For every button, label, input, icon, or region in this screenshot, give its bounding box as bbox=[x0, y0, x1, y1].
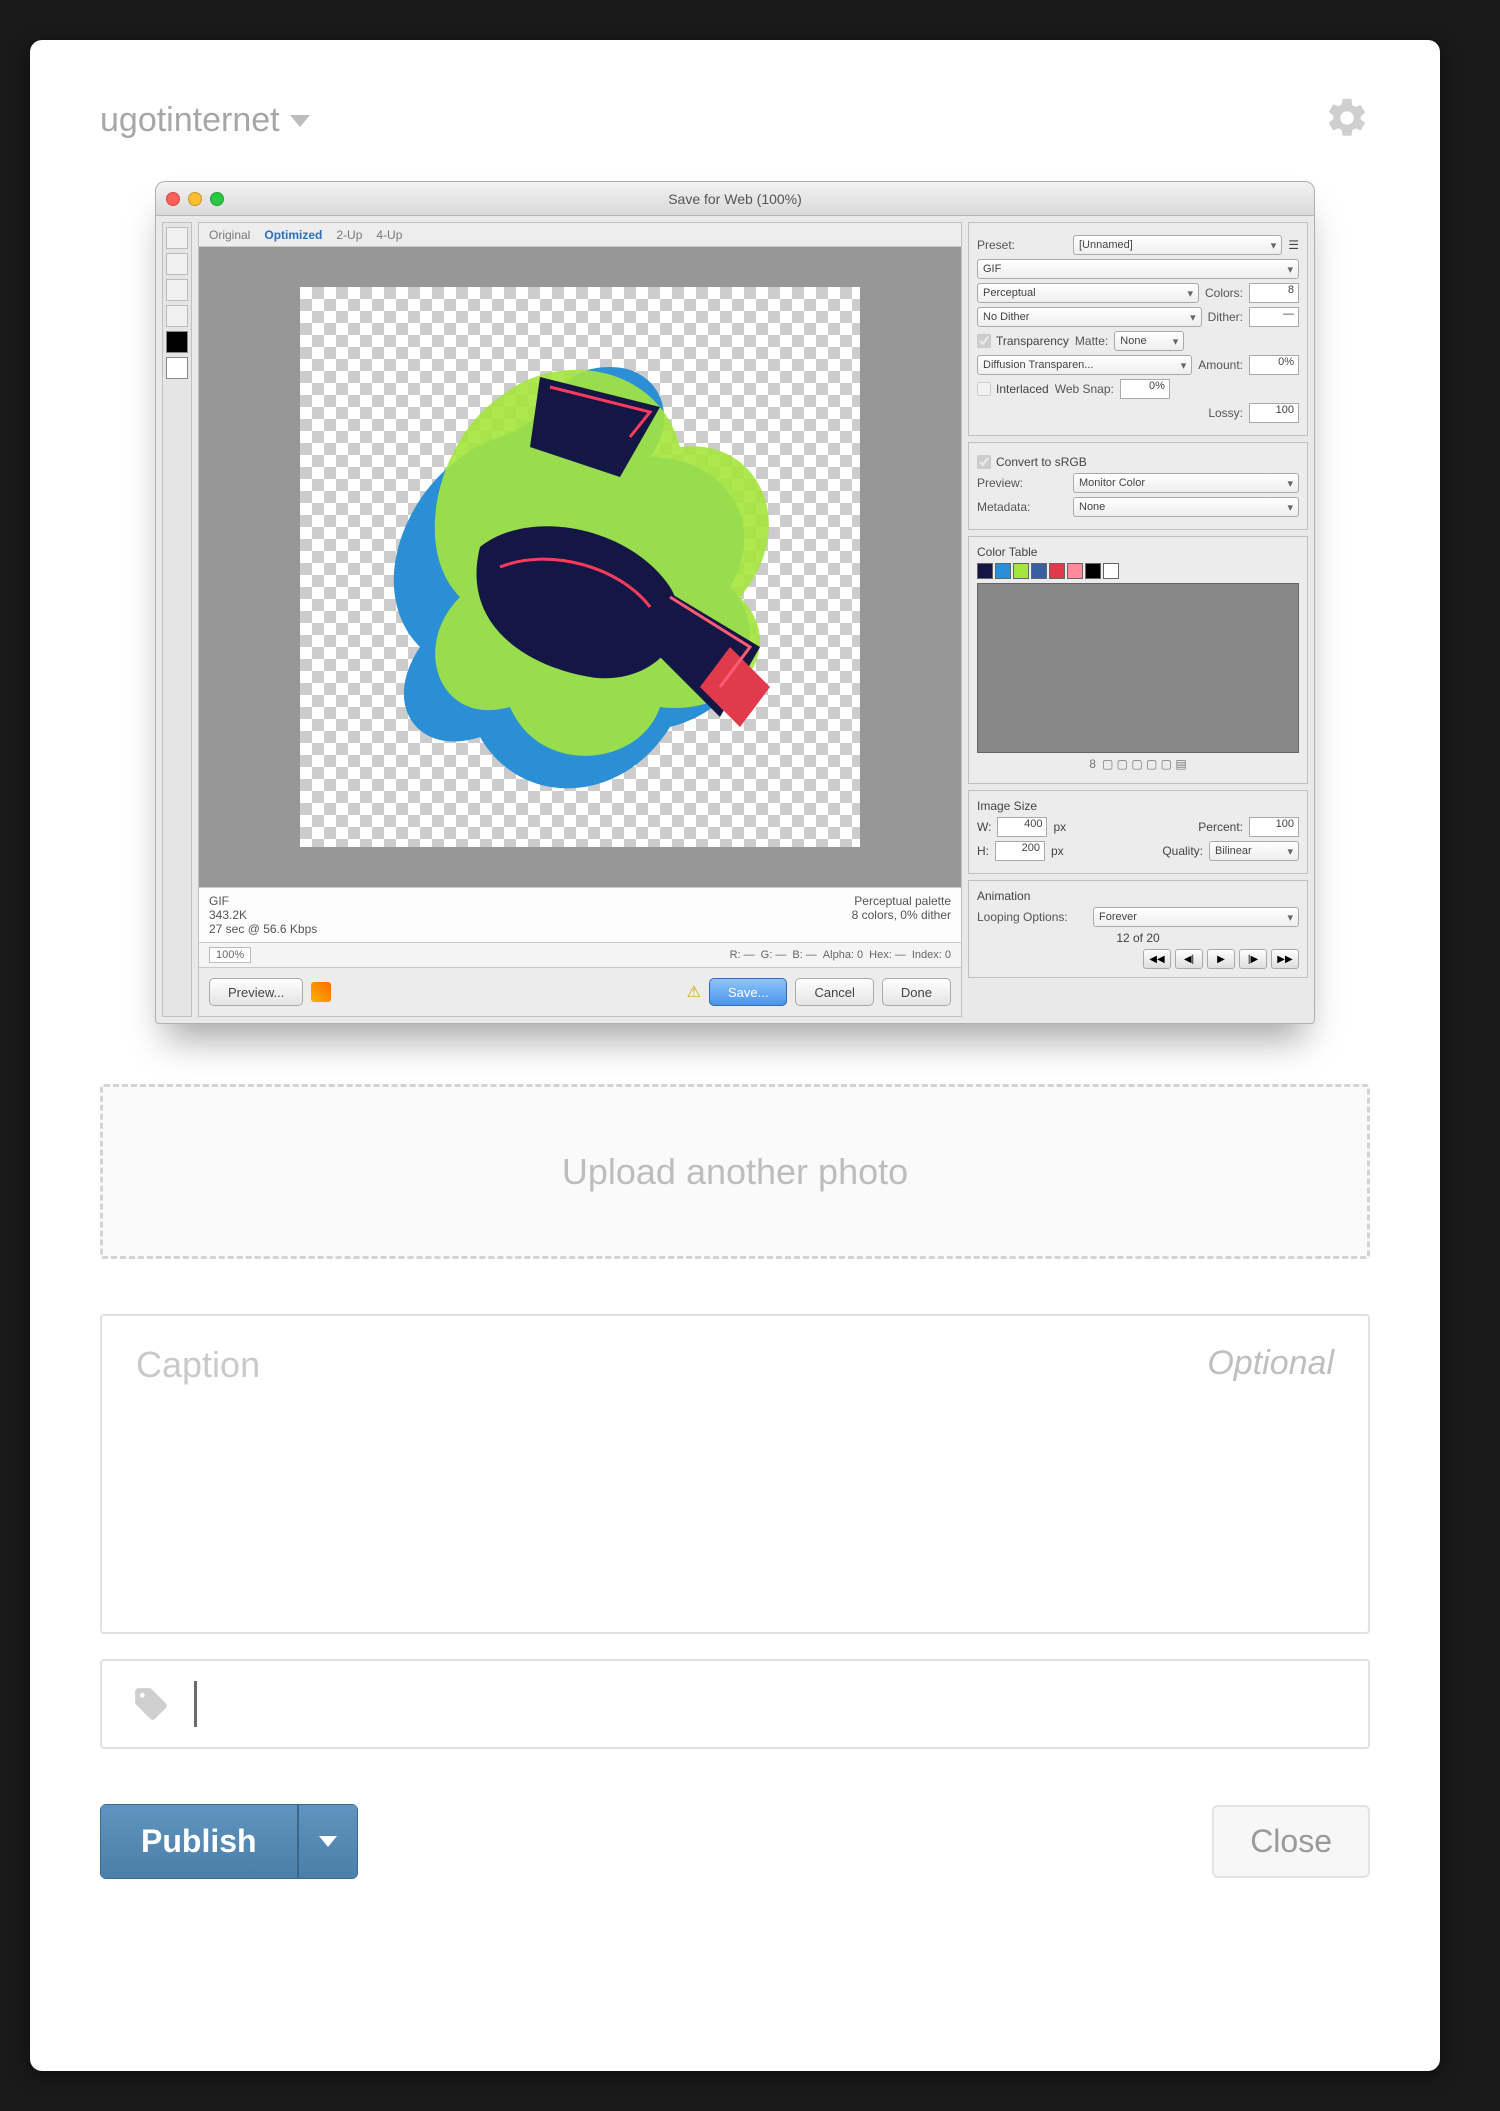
color-swatch-row bbox=[977, 563, 1299, 579]
save-button: Save... bbox=[709, 978, 787, 1006]
status-palette: Perceptual palette bbox=[852, 894, 951, 908]
color-table-label: Color Table bbox=[977, 545, 1299, 559]
tab-2up: 2-Up bbox=[336, 228, 362, 242]
window-title: Save for Web (100%) bbox=[156, 191, 1314, 207]
tags-input[interactable] bbox=[100, 1659, 1370, 1749]
status-size: 343.2K bbox=[209, 908, 317, 922]
interlaced-check: Interlaced bbox=[977, 382, 1049, 396]
preview-main: Original Optimized 2-Up 4-Up bbox=[198, 222, 962, 1017]
caption-optional-label: Optional bbox=[1207, 1344, 1334, 1383]
text-cursor bbox=[194, 1681, 197, 1727]
canvas-artwork bbox=[300, 287, 860, 847]
zoom-value: 100% bbox=[209, 947, 251, 963]
caption-input[interactable]: Caption Optional bbox=[100, 1314, 1370, 1634]
editor-footer: Publish Close bbox=[100, 1804, 1370, 1879]
card-header: ugotinternet bbox=[100, 95, 1370, 146]
chevron-down-icon bbox=[290, 115, 310, 127]
tool-palette bbox=[162, 222, 192, 1017]
close-button[interactable]: Close bbox=[1212, 1805, 1370, 1878]
background-color-swatch bbox=[166, 357, 188, 379]
status-bar: GIF 343.2K 27 sec @ 56.6 Kbps Perceptual… bbox=[199, 887, 961, 942]
post-editor-card: ugotinternet Save for Web (100%) bbox=[30, 40, 1440, 2071]
chevron-down-icon bbox=[319, 1836, 337, 1847]
blog-name: ugotinternet bbox=[100, 101, 280, 140]
foreground-color-swatch bbox=[166, 331, 188, 353]
publish-button[interactable]: Publish bbox=[100, 1804, 298, 1879]
info-hex: Hex: — bbox=[869, 949, 906, 961]
upload-another-label: Upload another photo bbox=[562, 1151, 908, 1193]
save-for-web-window: Save for Web (100%) Original bbox=[155, 181, 1315, 1024]
blog-selector-dropdown[interactable]: ugotinternet bbox=[100, 101, 310, 140]
zoom-tool-icon bbox=[166, 279, 188, 301]
hand-tool-icon bbox=[166, 227, 188, 249]
tab-original: Original bbox=[209, 228, 250, 242]
reduction-select: Perceptual bbox=[977, 283, 1199, 303]
prev-frame-icon: ◀| bbox=[1175, 949, 1203, 969]
transparency-check: Transparency bbox=[977, 334, 1069, 348]
caption-placeholder: Caption bbox=[136, 1344, 260, 1385]
tab-optimized: Optimized bbox=[264, 228, 322, 242]
preview-tabs: Original Optimized 2-Up 4-Up bbox=[199, 223, 961, 247]
colors-field: 8 bbox=[1249, 283, 1299, 303]
preset-select: [Unnamed] bbox=[1073, 235, 1282, 255]
upload-another-dropzone[interactable]: Upload another photo bbox=[100, 1084, 1370, 1259]
cancel-button: Cancel bbox=[795, 978, 873, 1006]
status-time: 27 sec @ 56.6 Kbps bbox=[209, 922, 317, 936]
status-colors: 8 colors, 0% dither bbox=[852, 908, 951, 922]
frame-counter: 12 of 20 bbox=[977, 931, 1299, 945]
slice-tool-icon bbox=[166, 253, 188, 275]
preview-button: Preview... bbox=[209, 978, 303, 1006]
color-table bbox=[977, 583, 1299, 753]
last-frame-icon: ▶▶ bbox=[1271, 949, 1299, 969]
trans-dither-select: Diffusion Transparen... bbox=[977, 355, 1192, 375]
done-button: Done bbox=[882, 978, 951, 1006]
warning-icon: ⚠ bbox=[687, 982, 701, 1002]
color-count: 8 bbox=[1089, 757, 1096, 771]
zoom-info-bar: 100% R: — G: — B: — Alpha: 0 Hex: — Inde… bbox=[199, 942, 961, 967]
dither-select: No Dither bbox=[977, 307, 1202, 327]
first-frame-icon: ◀◀ bbox=[1143, 949, 1171, 969]
settings-button[interactable] bbox=[1324, 95, 1370, 146]
menu-icon: ☰ bbox=[1288, 238, 1299, 252]
window-titlebar: Save for Web (100%) bbox=[156, 182, 1314, 216]
info-r: R: — bbox=[730, 949, 755, 961]
info-alpha: Alpha: 0 bbox=[823, 949, 863, 961]
format-select: GIF bbox=[977, 259, 1299, 279]
play-icon: ▶ bbox=[1207, 949, 1235, 969]
info-b: B: — bbox=[792, 949, 816, 961]
srgb-check: Convert to sRGB bbox=[977, 455, 1087, 469]
publish-options-toggle[interactable] bbox=[298, 1804, 358, 1879]
tag-icon bbox=[132, 1685, 170, 1723]
dialog-footer: Preview... ⚠ Save... Cancel Done bbox=[199, 967, 961, 1016]
status-format: GIF bbox=[209, 894, 317, 908]
gear-icon bbox=[1324, 95, 1370, 141]
publish-split-button: Publish bbox=[100, 1804, 358, 1879]
settings-sidebar: Preset:[Unnamed]☰ GIF PerceptualColors:8… bbox=[968, 222, 1308, 1017]
info-g: G: — bbox=[761, 949, 787, 961]
eyedropper-tool-icon bbox=[166, 305, 188, 327]
animation-controls: ◀◀ ◀| ▶ |▶ ▶▶ bbox=[977, 949, 1299, 969]
info-index: Index: 0 bbox=[912, 949, 951, 961]
tab-4up: 4-Up bbox=[376, 228, 402, 242]
browser-preview-icon bbox=[311, 982, 331, 1002]
next-frame-icon: |▶ bbox=[1239, 949, 1267, 969]
uploaded-image-preview: Save for Web (100%) Original bbox=[100, 181, 1370, 1024]
